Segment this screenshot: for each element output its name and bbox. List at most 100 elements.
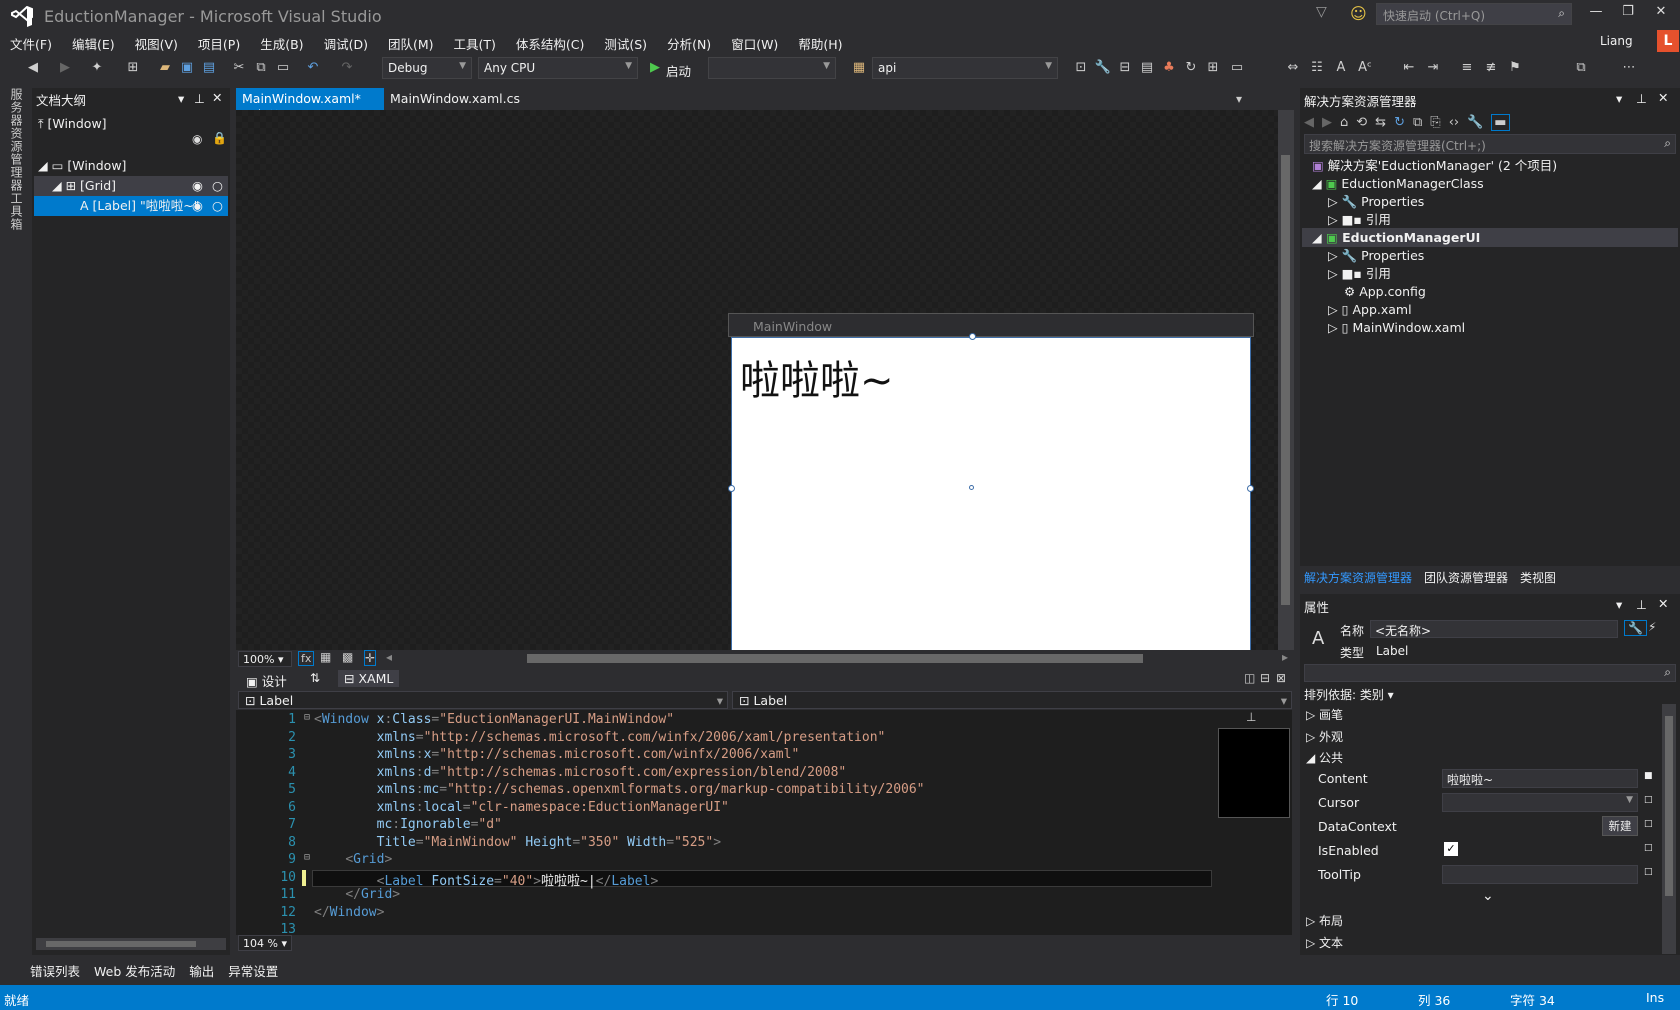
project-node-class[interactable]: ◢ ▣ EductionManagerClass — [1312, 174, 1484, 193]
tab-overflow-icon[interactable]: ▾ — [1236, 92, 1242, 106]
category-layout[interactable]: ▷ 布局 — [1306, 912, 1343, 929]
split-editor-icon[interactable]: ⊥ — [1246, 710, 1256, 724]
undo-icon[interactable]: ↶ — [304, 59, 322, 77]
menu-view[interactable]: 视图(V) — [125, 34, 188, 53]
file-node-app-xaml[interactable]: ▷ ▯ App.xaml — [1328, 300, 1412, 319]
overflow-icon[interactable]: ⋯ — [1620, 59, 1638, 77]
xaml-tool-icon[interactable]: ⊡ — [1072, 59, 1090, 77]
text-icon[interactable]: Aᶜ — [1356, 59, 1374, 77]
notification-flag-icon[interactable]: ▽ — [1316, 4, 1327, 20]
save-icon[interactable]: ▣ — [178, 59, 196, 77]
design-label[interactable]: 啦啦啦~ — [740, 348, 894, 406]
back-icon[interactable]: ◀ — [24, 59, 42, 77]
quick-launch-input[interactable]: 快速启动 (Ctrl+Q) ⌕ — [1376, 3, 1572, 25]
sync-icon[interactable]: ⇆ — [1375, 115, 1386, 130]
outline-item-grid[interactable]: ◢ ⊞ [Grid] ◉ ○ — [34, 176, 228, 196]
back-icon[interactable]: ◀ — [1304, 115, 1314, 130]
properties-vscrollbar[interactable] — [1662, 704, 1676, 954]
xaml-tab[interactable]: ⊟ XAML — [338, 670, 400, 687]
properties-node[interactable]: ▷ 🔧 Properties — [1328, 246, 1424, 265]
close-button[interactable]: ✕ — [1648, 4, 1674, 24]
tab-team-explorer[interactable]: 团队资源管理器 — [1424, 569, 1508, 586]
menu-tools[interactable]: 工具(T) — [444, 34, 506, 53]
expand-more-icon[interactable]: ⌄ — [1482, 888, 1494, 904]
menu-edit[interactable]: 编辑(E) — [62, 34, 125, 53]
snap-grid-icon[interactable]: ▩ — [342, 650, 353, 664]
solution-search-input[interactable]: 搜索解决方案资源管理器(Ctrl+;) ⌕ — [1304, 134, 1676, 154]
menu-test[interactable]: 测试(S) — [594, 34, 657, 53]
code-zoom-dropdown[interactable]: 104 % ▾ — [238, 935, 292, 951]
project-node-ui[interactable]: ◢ ▣ EductionManagerUI — [1302, 228, 1678, 247]
pin-icon[interactable]: ⊥ — [1636, 597, 1647, 612]
close-icon[interactable]: ✕ — [1658, 90, 1668, 105]
menu-architecture[interactable]: 体系结构(C) — [506, 34, 594, 53]
redo-icon[interactable]: ↷ — [338, 59, 356, 77]
code-minimap[interactable]: ⊥ — [1216, 710, 1292, 935]
tab-mainwindow-xaml-cs[interactable]: MainWindow.xaml.cs — [384, 88, 526, 110]
comment-icon[interactable]: ≡ — [1458, 59, 1476, 77]
menu-help[interactable]: 帮助(H) — [788, 34, 852, 53]
prop-tooltip-input[interactable] — [1442, 865, 1638, 884]
category-appearance[interactable]: ▷ 外观 — [1306, 728, 1343, 745]
pin-icon[interactable]: ⊥ — [194, 91, 205, 106]
property-marker-icon[interactable]: ■ — [1644, 771, 1653, 781]
refresh-icon[interactable]: ↻ — [1394, 115, 1405, 130]
outline-breadcrumb[interactable]: ⤒ [Window] — [38, 114, 107, 134]
open-folder-icon[interactable]: ▰ — [156, 59, 174, 77]
new-datacontext-button[interactable]: 新建 — [1602, 816, 1638, 836]
save-all-icon[interactable]: ▤ — [200, 59, 218, 77]
lock-icon[interactable]: 🔒 — [212, 131, 227, 145]
collapse-pane-icon[interactable]: ⊠ — [1276, 671, 1286, 685]
dropdown-icon[interactable]: ▾ — [1616, 597, 1622, 612]
xaml-designer-canvas[interactable]: MainWindow 啦啦啦~ — [236, 110, 1278, 665]
outline-item-window[interactable]: ◢ ▭ [Window] — [38, 156, 126, 176]
property-marker-icon[interactable]: □ — [1644, 843, 1653, 853]
center-handle[interactable] — [969, 485, 974, 490]
copy-icon[interactable]: ⎘ — [1430, 115, 1440, 130]
copy-icon[interactable]: ⧉ — [252, 59, 270, 77]
grid-icon[interactable]: ▦ — [320, 650, 331, 664]
properties-search-input[interactable]: ⌕ — [1304, 664, 1676, 682]
element-left-dropdown[interactable]: ⊡ Label ▾ — [238, 691, 728, 709]
collapse-icon[interactable]: ⊟ — [304, 852, 310, 863]
close-icon[interactable]: ✕ — [1658, 596, 1668, 611]
vertical-split-icon[interactable]: ◫ — [1244, 671, 1255, 685]
forward-icon[interactable]: ▶ — [56, 59, 74, 77]
copy-window-icon[interactable]: ⧉ — [1572, 59, 1590, 77]
target-dropdown[interactable]: ▼ — [708, 57, 836, 79]
minimize-button[interactable]: — — [1583, 4, 1609, 24]
xaml-code-editor[interactable]: 1 2 3 4 5 6 7 8 9 10 11 12 13 ⊟ ⊟ <Windo… — [236, 710, 1216, 937]
refresh-icon[interactable]: ↻ — [1182, 59, 1200, 77]
design-tab[interactable]: ▣ 设计 — [246, 671, 287, 690]
menu-team[interactable]: 团队(M) — [378, 34, 444, 53]
horizontal-split-icon[interactable]: ⊟ — [1260, 671, 1270, 685]
paste-icon[interactable]: ▭ — [274, 59, 292, 77]
name-input[interactable]: <无名称> — [1370, 620, 1618, 638]
scroll-thumb[interactable] — [1281, 155, 1290, 605]
grid-icon[interactable]: ⊞ — [1204, 59, 1222, 77]
bookmark-list-icon[interactable]: ☷ — [1308, 59, 1326, 77]
tab-output[interactable]: 输出 — [189, 961, 214, 980]
zoom-dropdown[interactable]: 100% ▾ — [238, 651, 292, 667]
fx-icon[interactable]: fx — [298, 651, 315, 666]
tab-error-list[interactable]: 错误列表 — [30, 961, 80, 980]
team-icon[interactable]: ♣ — [1160, 59, 1178, 77]
server-explorer-tab[interactable]: 服务器资源管理器 — [8, 88, 25, 192]
pin-icon[interactable]: ⊥ — [1636, 91, 1647, 106]
menu-file[interactable]: 文件(F) — [0, 34, 62, 53]
prop-cursor-dropdown[interactable]: ▼ — [1442, 793, 1638, 812]
view-code-icon[interactable]: ‹› — [1449, 115, 1459, 130]
add-item-icon[interactable]: ⊞ — [124, 59, 142, 77]
scroll-right-icon[interactable]: ▸ — [1282, 650, 1288, 664]
swap-panes-icon[interactable]: ⇅ — [310, 671, 320, 685]
feedback-smiley-icon[interactable]: ☺ — [1350, 4, 1367, 23]
platform-dropdown[interactable]: Any CPU ▼ — [478, 57, 638, 79]
startup-project-dropdown[interactable]: api ▼ — [872, 57, 1058, 79]
home-icon[interactable]: ⌂ — [1340, 115, 1348, 130]
element-right-dropdown[interactable]: ⊡ Label ▾ — [732, 691, 1292, 709]
outline-item-label[interactable]: A [Label] "啦啦啦~" ◉ ○ — [34, 196, 228, 216]
configuration-dropdown[interactable]: Debug ▼ — [382, 57, 472, 79]
menu-debug[interactable]: 调试(D) — [314, 34, 378, 53]
eye-icon[interactable]: ◉ — [192, 132, 202, 146]
minimap-viewport[interactable] — [1218, 728, 1290, 818]
